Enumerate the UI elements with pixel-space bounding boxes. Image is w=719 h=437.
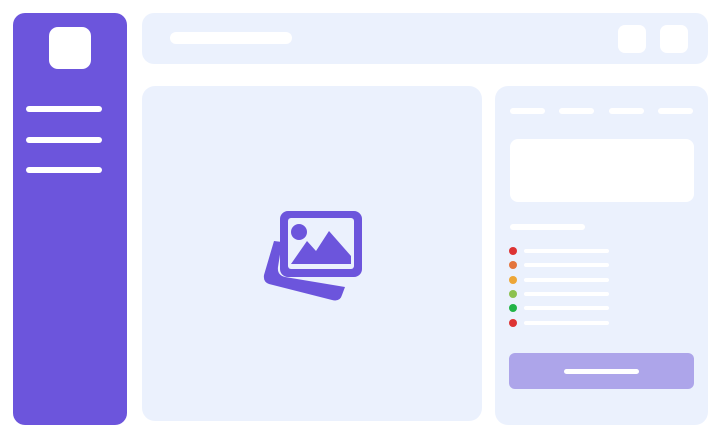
status-dot <box>509 247 517 255</box>
sidebar <box>13 13 127 425</box>
top-action-button-2[interactable] <box>660 25 688 53</box>
list-item[interactable] <box>509 304 611 313</box>
sidebar-item-1[interactable] <box>26 106 102 112</box>
list-item-label <box>524 291 609 296</box>
section-title <box>510 224 585 230</box>
list-item[interactable] <box>509 247 611 255</box>
list-item-label <box>524 263 609 268</box>
top-action-button-1[interactable] <box>618 25 646 53</box>
status-dot <box>509 289 517 298</box>
primary-action-button-label <box>564 369 639 374</box>
list-item-label <box>524 320 609 325</box>
list-item-label <box>524 249 609 253</box>
list-item[interactable] <box>509 289 611 298</box>
list-item[interactable] <box>509 318 611 327</box>
image-gallery-icon <box>263 211 362 301</box>
sidebar-item-3[interactable] <box>26 167 102 173</box>
list-item[interactable] <box>509 275 611 284</box>
tab-1[interactable] <box>510 108 545 114</box>
tab-4[interactable] <box>658 108 693 114</box>
status-dot <box>509 275 517 284</box>
image-preview-panel <box>142 86 482 421</box>
list-item[interactable] <box>509 261 611 270</box>
page-title <box>170 32 292 44</box>
details-panel <box>495 86 708 425</box>
primary-action-button[interactable] <box>509 353 694 389</box>
tab-3[interactable] <box>609 108 644 114</box>
status-dot <box>509 304 517 313</box>
tab-2[interactable] <box>559 108 594 114</box>
status-dot <box>509 318 517 327</box>
list-item-label <box>524 306 609 311</box>
status-dot <box>509 261 517 270</box>
list-item-label <box>524 277 609 282</box>
preview-card <box>510 139 694 202</box>
sidebar-item-2[interactable] <box>26 137 102 143</box>
top-bar <box>142 13 708 64</box>
app-logo[interactable] <box>49 27 91 69</box>
